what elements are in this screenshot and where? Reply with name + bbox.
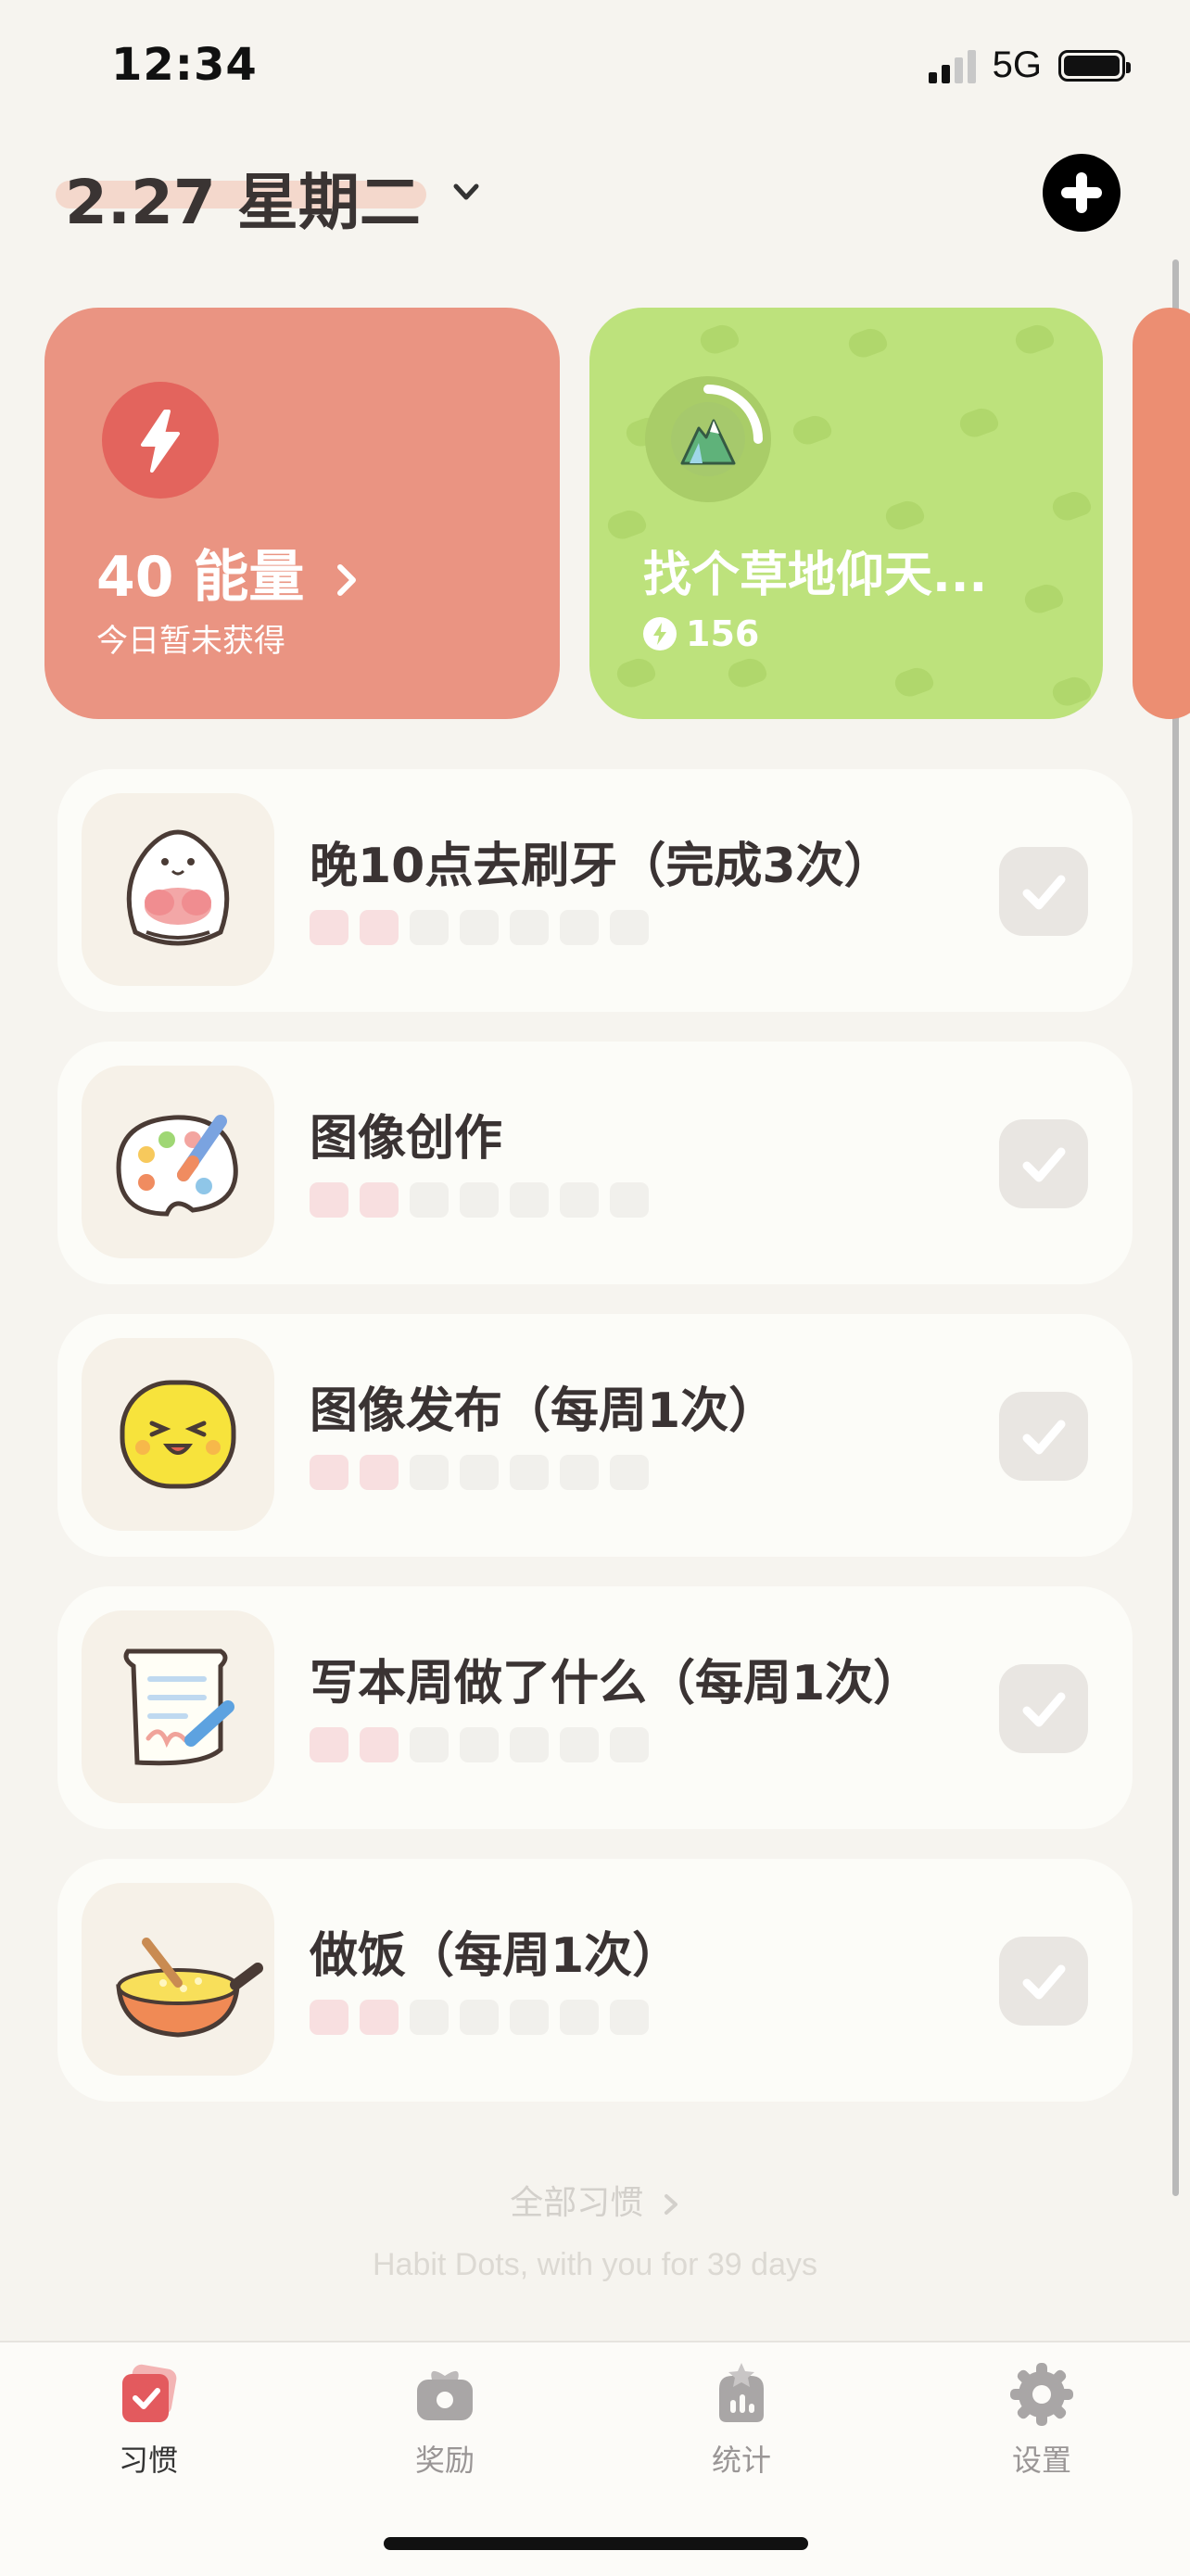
habit-title: 写本周做了什么（每周1次） [310, 1656, 922, 1711]
progress-dots [310, 910, 649, 945]
checkmark-icon [1022, 875, 1066, 910]
tab-habits[interactable]: 习惯 [56, 2361, 241, 2480]
tagline: Habit Dots, with you for 39 days [372, 2247, 817, 2282]
tab-settings-label: 设置 [1011, 2443, 1071, 2478]
habit-check-icon [115, 2361, 182, 2428]
tab-rewards-label: 奖励 [414, 2443, 475, 2478]
progress-dots [310, 1727, 649, 1762]
habit-item[interactable]: 图像创作 [57, 1042, 1133, 1284]
tab-settings[interactable]: 设置 [949, 2361, 1134, 2480]
lightning-icon [102, 382, 219, 499]
stats-chart-icon [708, 2361, 775, 2428]
habit-item[interactable]: 写本周做了什么（每周1次） [57, 1586, 1133, 1829]
battery-icon [1058, 49, 1131, 82]
energy-value: 40 能量 [96, 532, 361, 612]
date-title: 2.27 星期二 [65, 167, 421, 238]
add-habit-button[interactable] [1043, 154, 1120, 232]
network-label: 5G [992, 44, 1042, 85]
signal-icon [928, 48, 976, 83]
reward-title: 找个草地仰天... [643, 548, 988, 603]
tab-rewards[interactable]: 奖励 [352, 2361, 538, 2480]
writing-paper-icon [82, 1610, 274, 1803]
home-indicator[interactable] [384, 2537, 808, 2550]
habit-title: 做饭（每周1次） [310, 1928, 681, 1984]
habit-title: 晚10点去刷牙（完成3次） [310, 839, 892, 894]
habit-item[interactable]: 做饭（每周1次） [57, 1859, 1133, 2102]
chevron-down-icon[interactable] [452, 178, 480, 206]
complete-checkbox[interactable] [999, 1119, 1088, 1208]
checkmark-icon [1022, 1692, 1066, 1727]
energy-subtitle: 今日暂未获得 [96, 623, 285, 660]
cooking-pan-icon [82, 1883, 274, 2076]
tab-stats[interactable]: 统计 [649, 2361, 834, 2480]
next-card-peek[interactable] [1133, 308, 1190, 719]
chevron-right-icon [337, 564, 357, 597]
status-time: 12:34 [111, 39, 258, 91]
gift-box-icon [411, 2361, 478, 2428]
complete-checkbox[interactable] [999, 1937, 1088, 2026]
mountain-icon [645, 376, 771, 502]
smiley-face-icon [82, 1338, 274, 1531]
habit-item[interactable]: 图像发布（每周1次） [57, 1314, 1133, 1557]
status-indicators: 5G [928, 44, 1131, 86]
checkmark-icon [1022, 1964, 1066, 2000]
tab-habits-label: 习惯 [118, 2443, 178, 2478]
reward-cost: 156 [643, 613, 759, 654]
gear-icon [1008, 2361, 1075, 2428]
energy-card[interactable]: 40 能量 今日暂未获得 [44, 308, 560, 719]
habit-title: 图像创作 [310, 1111, 503, 1167]
reward-card[interactable]: 找个草地仰天... 156 [589, 308, 1103, 719]
habit-title: 图像发布（每周1次） [310, 1383, 778, 1439]
chevron-right-icon [664, 2194, 677, 2215]
tooth-icon [82, 793, 274, 986]
tab-stats-label: 统计 [711, 2443, 771, 2478]
complete-checkbox[interactable] [999, 847, 1088, 936]
progress-dots [310, 1455, 649, 1490]
checkmark-icon [1022, 1147, 1066, 1182]
complete-checkbox[interactable] [999, 1664, 1088, 1753]
all-habits-link[interactable]: 全部习惯 [0, 2176, 1190, 2224]
progress-dots [310, 2000, 649, 2035]
progress-dots [310, 1182, 649, 1218]
paint-palette-icon [82, 1066, 274, 1258]
habit-item[interactable]: 晚10点去刷牙（完成3次） [57, 769, 1133, 1012]
complete-checkbox[interactable] [999, 1392, 1088, 1481]
checkmark-icon [1022, 1420, 1066, 1455]
energy-coin-icon [643, 617, 677, 650]
